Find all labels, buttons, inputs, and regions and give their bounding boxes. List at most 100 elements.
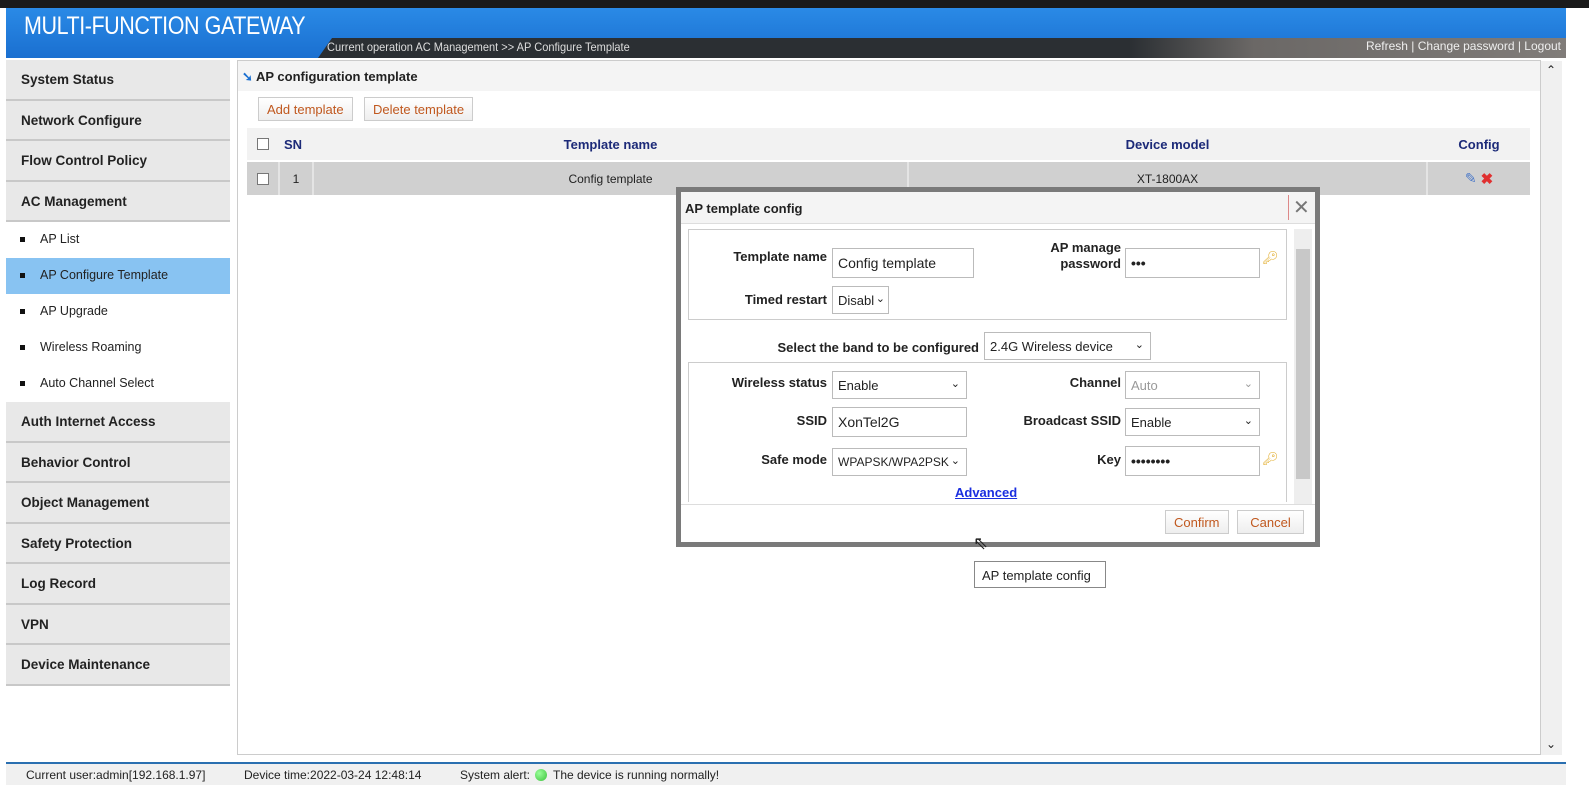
ap-manage-password-label: AP manage password [1050, 240, 1121, 271]
sub-label: AP List [40, 232, 80, 246]
status-bar: Current user:admin[192.168.1.97] Device … [6, 762, 1566, 785]
sidebar-sub-wireless-roaming[interactable]: Wireless Roaming [6, 330, 230, 366]
bullet-icon [20, 237, 25, 242]
wireless-status-label: Wireless status [731, 375, 827, 390]
bullet-icon [20, 273, 25, 278]
tooltip: AP template config [974, 561, 1106, 588]
advanced-link[interactable]: Advanced [955, 485, 1017, 500]
sidebar-item-log-record[interactable]: Log Record [6, 564, 230, 605]
sidebar-sub-auto-channel-select[interactable]: Auto Channel Select [6, 366, 230, 402]
channel-label: Channel [1069, 375, 1121, 390]
chevron-down-icon: ⌄ [950, 378, 960, 390]
sub-label: Auto Channel Select [40, 376, 154, 390]
channel-select[interactable]: Auto ⌄ [1125, 371, 1260, 399]
sidebar-item-behavior-control[interactable]: Behavior Control [6, 442, 230, 483]
dialog-scrollbar[interactable] [1294, 229, 1312, 504]
edit-icon[interactable]: ✎ [1465, 170, 1477, 187]
system-alert-label: System alert: [460, 768, 531, 782]
page-title: AP configuration template [256, 69, 418, 84]
add-template-button[interactable]: Add template [258, 97, 353, 121]
wireless-status-select[interactable]: Enable ⌄ [832, 371, 967, 399]
mouse-cursor-icon: ⇖ [973, 533, 989, 553]
key-input[interactable]: •••••••• [1125, 446, 1260, 476]
wireless-status-value: Enable [838, 378, 879, 393]
select-all-checkbox[interactable] [256, 138, 269, 150]
app-title: MULTI-FUNCTION GATEWAY [24, 12, 306, 40]
refresh-link[interactable]: Refresh [1366, 39, 1408, 53]
broadcast-ssid-value: Enable [1131, 415, 1172, 430]
delete-template-button[interactable]: Delete template [364, 97, 474, 121]
current-user: Current user:admin[192.168.1.97] [26, 768, 206, 782]
timed-restart-value: Disabl [838, 293, 875, 308]
col-template-name: Template name [563, 136, 658, 152]
general-fieldset: Template name Config template AP manage … [688, 229, 1287, 320]
sidebar-sub-ap-list[interactable]: AP List [6, 222, 230, 258]
template-name-input[interactable]: Config template [832, 248, 974, 278]
change-password-link[interactable]: Change password [1418, 39, 1515, 53]
key-icon[interactable]: 🔑︎ [1262, 451, 1279, 467]
wireless-fieldset: Wireless status Enable ⌄ Channel Auto ⌄ SS… [688, 362, 1287, 502]
sidebar-item-auth-internet-access[interactable]: Auth Internet Access [6, 402, 230, 443]
ap-template-config-dialog: AP template config ✕ Template name Confi… [676, 187, 1320, 547]
band-label: Select the band to be configured [777, 340, 979, 355]
bullet-icon [20, 309, 25, 314]
sidebar-sub-ap-configure-template[interactable]: AP Configure Template [6, 258, 230, 294]
top-strip [0, 0, 1589, 8]
safe-mode-value: WPAPSK/WPA2PSK [838, 455, 949, 469]
row-checkbox[interactable] [256, 172, 269, 185]
device-time: Device time:2022-03-24 12:48:14 [244, 768, 422, 782]
key-label: Key [1097, 452, 1121, 467]
band-select[interactable]: 2.4G Wireless device ⌄ [984, 332, 1151, 360]
chevron-down-icon: ⌄ [1134, 339, 1144, 351]
page-scrollbar[interactable]: ⌃ ⌄ [1541, 61, 1562, 755]
close-icon[interactable]: ✕ [1288, 195, 1310, 220]
sub-label: AP Upgrade [40, 304, 108, 318]
ssid-label: SSID [796, 413, 827, 428]
sidebar-item-vpn[interactable]: VPN [6, 604, 230, 645]
cancel-button[interactable]: Cancel [1237, 510, 1304, 534]
ap-manage-password-input[interactable]: ••• [1125, 248, 1260, 278]
confirm-button[interactable]: Confirm [1165, 510, 1229, 534]
page-title-bar [238, 61, 1540, 91]
delete-icon[interactable]: ✖ [1481, 170, 1494, 188]
safe-mode-select[interactable]: WPAPSK/WPA2PSK ⌄ [832, 448, 967, 476]
timed-restart-label: Timed restart [744, 292, 827, 307]
sidebar: System Status Network Configure Flow Con… [6, 60, 230, 686]
broadcast-ssid-label: Broadcast SSID [1023, 413, 1121, 428]
key-icon[interactable]: 🔑︎ [1262, 250, 1279, 266]
arrow-icon: ➘ [242, 69, 253, 84]
sidebar-item-object-management[interactable]: Object Management [6, 483, 230, 524]
sidebar-item-flow-control-policy[interactable]: Flow Control Policy [6, 141, 230, 182]
chevron-down-icon: ⌄ [875, 293, 885, 305]
sidebar-item-network-configure[interactable]: Network Configure [6, 100, 230, 141]
col-sn: SN [283, 136, 303, 152]
chevron-down-icon: ⌄ [1243, 378, 1253, 390]
scroll-up-icon[interactable]: ⌃ [1546, 63, 1556, 77]
col-config: Config [1458, 136, 1500, 152]
scroll-down-icon[interactable]: ⌄ [1546, 737, 1556, 751]
system-alert-text: The device is running normally! [553, 768, 720, 782]
breadcrumb: Current operation AC Management >> AP Co… [327, 40, 630, 54]
status-ok-icon [535, 769, 547, 781]
sub-label: AP Configure Template [40, 268, 169, 282]
chevron-down-icon: ⌄ [950, 455, 960, 467]
ssid-input[interactable]: XonTel2G [832, 407, 967, 437]
sidebar-sub-ap-upgrade[interactable]: AP Upgrade [6, 294, 230, 330]
row-sn: 1 [278, 162, 314, 195]
template-name-label: Template name [733, 249, 827, 264]
channel-value: Auto [1131, 378, 1158, 393]
logout-link[interactable]: Logout [1524, 39, 1561, 53]
sidebar-item-safety-protection[interactable]: Safety Protection [6, 523, 230, 564]
top-links: Refresh | Change password | Logout [1365, 39, 1561, 53]
broadcast-ssid-select[interactable]: Enable ⌄ [1125, 408, 1260, 436]
sidebar-item-device-maintenance[interactable]: Device Maintenance [6, 645, 230, 686]
band-value: 2.4G Wireless device [990, 339, 1113, 354]
safe-mode-label: Safe mode [761, 452, 827, 467]
sidebar-item-ac-management[interactable]: AC Management [6, 181, 230, 222]
timed-restart-select[interactable]: Disabl ⌄ [832, 286, 889, 314]
bullet-icon [20, 381, 25, 386]
col-device-model: Device model [1125, 136, 1210, 152]
dialog-title: AP template config [685, 201, 803, 216]
sidebar-item-system-status[interactable]: System Status [6, 60, 230, 101]
chevron-down-icon: ⌄ [1243, 415, 1253, 427]
